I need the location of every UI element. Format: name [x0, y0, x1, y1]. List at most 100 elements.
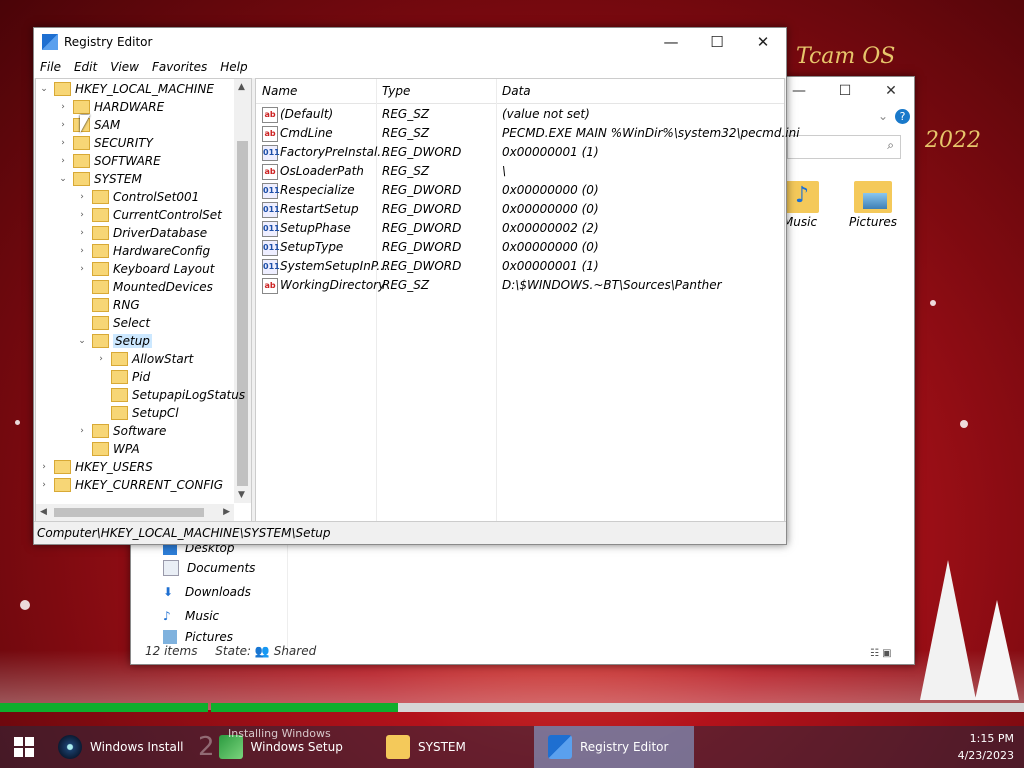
- registry-editor-window[interactable]: Registry Editor — ☐ ✕ File Edit View Fav…: [33, 27, 800, 545]
- close-icon[interactable]: ✕: [868, 83, 914, 99]
- tree-node[interactable]: ⌄ HKEY_LOCAL_MACHINE: [38, 80, 214, 98]
- table-row[interactable]: 011 SystemSetupInP... REG_DWORD 0x00000001 …: [256, 257, 784, 276]
- table-row[interactable]: 011 SetupPhase REG_DWORD 0x00000002 (2): [256, 219, 784, 238]
- chevron-right-icon[interactable]: ›: [76, 210, 88, 220]
- scroll-left-icon[interactable]: ◀: [40, 507, 47, 517]
- chevron-down-icon[interactable]: ⌄: [57, 174, 69, 184]
- tree-node[interactable]: › Keyboard Layout: [76, 260, 214, 278]
- tree-node-label: RNG: [113, 298, 140, 312]
- scroll-thumb[interactable]: [237, 141, 248, 486]
- tree-node[interactable]: › HKEY_USERS: [38, 458, 153, 476]
- folder-icon: [386, 735, 410, 759]
- tree-node[interactable]: SetupapiLogStatus: [95, 386, 245, 404]
- tree-node[interactable]: ⌄ SYSTEM: [57, 170, 142, 188]
- help-icon[interactable]: ?: [895, 109, 910, 124]
- tree-node[interactable]: MountedDevices: [76, 278, 213, 296]
- maximize-icon[interactable]: ☐: [822, 83, 868, 99]
- nav-item-pictures[interactable]: Pictures: [163, 629, 233, 645]
- scroll-down-icon[interactable]: ▼: [238, 490, 245, 500]
- chevron-down-icon[interactable]: ⌄: [38, 84, 50, 94]
- table-row[interactable]: ab (Default) REG_SZ (value not set): [256, 105, 784, 124]
- chevron-right-icon[interactable]: ›: [57, 138, 69, 148]
- search-box[interactable]: ⌕: [787, 135, 901, 159]
- table-row[interactable]: 011 SetupType REG_DWORD 0x00000000 (0): [256, 238, 784, 257]
- chevron-right-icon[interactable]: ›: [38, 462, 50, 472]
- scroll-up-icon[interactable]: ▲: [238, 82, 245, 92]
- chevron-right-icon[interactable]: ›: [57, 156, 69, 166]
- regedit-titlebar[interactable]: Registry Editor — ☐ ✕: [34, 28, 786, 56]
- chevron-right-icon[interactable]: ›: [76, 264, 88, 274]
- tree-node-label: HARDWARE: [94, 100, 165, 114]
- chevron-right-icon[interactable]: ›: [95, 354, 107, 364]
- chevron-right-icon[interactable]: ›: [57, 120, 69, 130]
- menu-help[interactable]: Help: [220, 60, 247, 74]
- folder-icon: [111, 352, 128, 366]
- table-row[interactable]: ab OsLoaderPath REG_SZ \: [256, 162, 784, 181]
- tree-node[interactable]: › AllowStart: [95, 350, 193, 368]
- key-tree[interactable]: ▲ ▼ ◀ ▶ ⌄ HKEY_LOCAL_MACHINE › HARDWARE › SAM…: [35, 78, 252, 522]
- pictures-folder[interactable]: Pictures: [838, 181, 908, 229]
- value-name: WorkingDirectory: [280, 278, 386, 292]
- column-type[interactable]: Type: [382, 84, 410, 98]
- table-row[interactable]: 011 FactoryPreInstal... REG_DWORD 0x0000000…: [256, 143, 784, 162]
- nav-item-documents[interactable]: Documents: [163, 557, 255, 579]
- chevron-right-icon[interactable]: ›: [76, 426, 88, 436]
- registry-editor-icon: [42, 34, 58, 50]
- chevron-down-icon[interactable]: ⌄: [76, 336, 88, 346]
- tree-node[interactable]: RNG: [76, 296, 140, 314]
- chevron-right-icon[interactable]: ›: [76, 246, 88, 256]
- chevron-right-icon[interactable]: ›: [57, 102, 69, 112]
- tree-node[interactable]: › DriverDatabase: [76, 224, 207, 242]
- tree-vertical-scrollbar[interactable]: ▲ ▼: [234, 79, 251, 503]
- chevron-down-icon[interactable]: ⌄: [878, 109, 888, 123]
- tree-node[interactable]: › Software: [76, 422, 166, 440]
- view-toggle[interactable]: ☷ ▣: [870, 648, 906, 660]
- column-data[interactable]: Data: [502, 84, 531, 98]
- scroll-thumb[interactable]: [54, 508, 204, 517]
- tree-node[interactable]: Select: [76, 314, 150, 332]
- tree-node[interactable]: › SOFTWARE: [57, 152, 161, 170]
- nav-item-music[interactable]: ♪ Music: [163, 605, 219, 627]
- wallpaper-title: Tcam OS: [796, 44, 896, 69]
- tree-node[interactable]: Pid: [95, 368, 150, 386]
- chevron-right-icon[interactable]: ›: [38, 480, 50, 490]
- tree-node[interactable]: › ControlSet001: [76, 188, 199, 206]
- column-name[interactable]: Name: [262, 84, 297, 98]
- values-list[interactable]: Name Type Data ab (Default) REG_SZ (value n…: [255, 78, 800, 522]
- maximize-icon[interactable]: ☐: [694, 33, 740, 51]
- value-type: REG_SZ: [382, 126, 430, 140]
- string-value-icon: ab: [262, 107, 278, 123]
- system-clock[interactable]: 1:15 PM 4/23/2023: [958, 730, 1014, 764]
- menu-view[interactable]: View: [110, 60, 139, 74]
- taskbar-item-windows-setup[interactable]: 2 Windows Setup Installing Windows: [198, 726, 378, 768]
- tree-node[interactable]: › SECURITY: [57, 134, 153, 152]
- value-data: 0x00000001 (1): [502, 145, 599, 159]
- wallpaper-year: 2022: [925, 128, 981, 153]
- nav-item-downloads[interactable]: ⬇ Downloads: [163, 581, 251, 603]
- menu-favorites[interactable]: Favorites: [152, 60, 207, 74]
- menu-file[interactable]: File: [40, 60, 61, 74]
- chevron-right-icon[interactable]: ›: [76, 192, 88, 202]
- start-button[interactable]: [0, 726, 48, 768]
- tree-node[interactable]: › HardwareConfig: [76, 242, 210, 260]
- table-row[interactable]: ab CmdLine REG_SZ PECMD.EXE MAIN %WinDir%\s…: [256, 124, 800, 143]
- chevron-right-icon[interactable]: ›: [76, 228, 88, 238]
- tree-node[interactable]: › HKEY_CURRENT_CONFIG: [38, 476, 223, 494]
- close-icon[interactable]: ✕: [740, 33, 786, 51]
- folder-icon: [92, 244, 109, 258]
- taskbar-item-system[interactable]: SYSTEM: [386, 726, 526, 768]
- tree-horizontal-scrollbar[interactable]: ◀ ▶: [36, 504, 234, 521]
- tree-node[interactable]: ⌄ Setup: [76, 332, 152, 350]
- taskbar-item-registry-editor[interactable]: Registry Editor: [534, 726, 694, 768]
- minimize-icon[interactable]: —: [648, 33, 694, 51]
- table-row[interactable]: ab WorkingDirectory REG_SZ D:\$WINDOWS.~BT\…: [256, 276, 784, 295]
- taskbar-item-windows-install[interactable]: Windows Install: [58, 726, 208, 768]
- scroll-right-icon[interactable]: ▶: [223, 507, 230, 517]
- menu-edit[interactable]: Edit: [74, 60, 97, 74]
- tree-node[interactable]: SetupCl: [95, 404, 179, 422]
- tree-node[interactable]: › CurrentControlSet: [76, 206, 222, 224]
- table-row[interactable]: 011 RestartSetup REG_DWORD 0x00000000 (0): [256, 200, 784, 219]
- table-row[interactable]: 011 Respecialize REG_DWORD 0x00000000 (0): [256, 181, 784, 200]
- tree-node[interactable]: › HARDWARE: [57, 98, 164, 116]
- tree-node[interactable]: WPA: [76, 440, 140, 458]
